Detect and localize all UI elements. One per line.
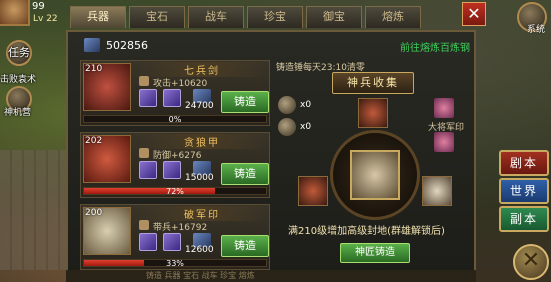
item-stat: 防御+6276 [153,151,202,161]
gem-icon[interactable] [139,89,157,107]
item-cost: 15000 [185,173,214,183]
bottom-strip: 铸造 兵器 宝石 战车 珍宝 熔炼 [66,270,476,282]
close-panel-button[interactable]: ✕ [462,2,486,26]
divine-camp-label: 神机营 [4,108,32,118]
item-stat: 带兵+16792 [153,223,208,233]
gem-icon[interactable] [139,233,157,251]
troops-icon [139,220,149,230]
progress-text: 72% [166,187,184,196]
forge-progress: 33% [83,259,267,268]
master-forge-button[interactable]: 神匠铸造 [340,243,410,263]
city-wall [0,150,70,270]
hammer-row: x0 [278,96,318,116]
forge-progress: 0% [83,115,267,124]
tab-weapons[interactable]: 兵器 [70,6,126,28]
list-item: 200 破军印 带兵+16792 12600 铸造 33% [80,204,270,270]
forge-button[interactable]: 铸造 [221,91,269,113]
resource-value: 502856 [106,39,148,52]
item-stat: 攻击+10620 [153,79,208,89]
item-name: 七兵剑 [137,62,267,77]
world-button[interactable]: 世界 [499,178,549,204]
chest-slot-icon[interactable] [350,150,400,200]
quest-subtitle: 击败袁术 [0,75,37,85]
close-round-icon[interactable]: ✕ [513,244,549,280]
hammer-icon[interactable] [278,118,296,136]
list-item: 202 贪狼甲 防御+6276 15000 铸造 72% [80,132,270,198]
tab-treasures[interactable]: 珍宝 [247,6,303,28]
sword-slot-icon[interactable] [358,98,388,128]
defense-icon [139,148,149,158]
ore-icon [84,38,100,52]
hammer-count: x0 [300,100,312,110]
progress-text: 0% [168,115,182,124]
dungeon-button[interactable]: 副本 [499,206,549,232]
forge-button[interactable]: 铸造 [221,235,269,257]
item-name: 破军印 [137,206,267,221]
script-button[interactable]: 剧本 [499,150,549,176]
forge-progress: 72% [83,187,267,196]
item-level: 200 [85,208,103,218]
tab-bar: 兵器 宝石 战车 珍宝 御宝 熔炼 [70,6,421,28]
general-seal-icon[interactable] [434,98,454,118]
collection-banner: 神兵收集 [332,72,414,94]
gem-icon[interactable] [163,233,181,251]
progress-text: 33% [166,259,184,268]
armor-slot-icon[interactable] [298,176,328,206]
tab-chariots[interactable]: 战车 [188,6,244,28]
attack-icon [139,76,149,86]
item-name: 贪狼甲 [137,134,267,149]
smelt-link[interactable]: 前往熔炼百炼钢 [400,39,470,54]
gem-icon[interactable] [139,161,157,179]
hammer-count: x0 [300,122,312,132]
hammer-row: x0 [278,118,318,138]
tab-royal[interactable]: 御宝 [306,6,362,28]
unlock-text: 满210级增加高级封地(群雄解锁后) [288,226,445,237]
list-item: 210 七兵剑 攻击+10620 24700 铸造 0% [80,60,270,126]
general-seal-icon[interactable] [434,132,454,152]
item-level: 210 [85,64,103,74]
player-level: Lv 22 [33,14,58,24]
player-avatar[interactable] [0,0,30,26]
gem-icon[interactable] [163,89,181,107]
resource-bar: 502856 前往熔炼百炼钢 [80,36,476,56]
tab-smelt[interactable]: 熔炼 [365,6,421,28]
collection-area: 铸造锤每天23:10清零 神兵收集 x0 x0 大将军印 满210级增加高级封地… [274,60,474,282]
quest-label: 任务 [8,46,30,59]
tab-gems[interactable]: 宝石 [129,6,185,28]
item-cost: 24700 [185,101,214,111]
token-slot-icon[interactable] [422,176,452,206]
forge-button[interactable]: 铸造 [221,163,269,185]
item-cost: 12600 [185,245,214,255]
hud-top-number: 99 [32,1,45,12]
item-level: 202 [85,136,103,146]
hammer-icon[interactable] [278,96,296,114]
gem-icon[interactable] [163,161,181,179]
system-label: 系统 [526,25,545,35]
